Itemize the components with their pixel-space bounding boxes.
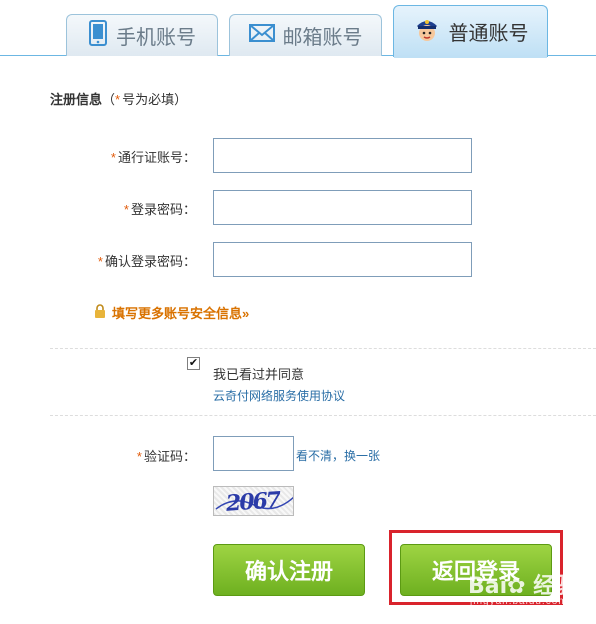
police-avatar-icon	[413, 15, 441, 48]
confirm-password-input[interactable]	[213, 242, 472, 277]
captcha-refresh-link[interactable]: 看不清，换一张	[296, 447, 380, 464]
checkmark-icon: ✔	[188, 357, 199, 369]
agreement-checkbox[interactable]: ✔	[187, 357, 200, 370]
captcha-image[interactable]: 2067	[213, 486, 294, 516]
confirm-password-label: * 确认登录密码：	[36, 251, 196, 270]
section-title-text: 注册信息	[50, 92, 103, 107]
account-label-text: 通行证账号：	[117, 150, 196, 165]
required-mark: *	[110, 150, 116, 165]
password-label: * 登录密码：	[36, 199, 196, 218]
captcha-text: 2067	[225, 487, 281, 516]
phone-icon	[88, 20, 108, 51]
required-hint-open: （	[102, 92, 116, 107]
mail-icon	[248, 23, 275, 48]
section-title: 注册信息（* 号为必填）	[50, 89, 187, 108]
divider	[50, 415, 596, 416]
lock-icon	[94, 304, 106, 321]
required-mark: *	[123, 202, 129, 217]
service-agreement-link[interactable]: 云奇付网络服务使用协议	[213, 387, 345, 404]
required-hint-star: *	[115, 92, 121, 107]
account-label: * 通行证账号：	[36, 147, 196, 166]
agreement-text: 我已看过并同意	[213, 367, 305, 382]
required-mark: *	[97, 254, 103, 269]
confirm-password-label-text: 确认登录密码：	[104, 254, 196, 269]
tab-label: 邮箱账号	[282, 27, 363, 49]
password-input[interactable]	[213, 190, 472, 225]
required-hint-text: 号为必填）	[122, 92, 188, 107]
captcha-label-text: 验证码：	[143, 449, 196, 464]
account-type-tabs: 手机账号 邮箱账号 普通账号	[0, 0, 596, 58]
more-security-info-link[interactable]: 填写更多账号安全信息»	[94, 303, 249, 322]
required-mark: *	[136, 449, 142, 464]
confirm-register-button[interactable]: 确认注册	[213, 544, 365, 596]
captcha-input[interactable]	[213, 436, 294, 471]
more-security-info-text: 填写更多账号安全信息»	[112, 306, 250, 321]
tab-email-account[interactable]: 邮箱账号	[229, 14, 382, 56]
account-input[interactable]	[213, 138, 472, 173]
tab-normal-account[interactable]: 普通账号	[393, 5, 548, 58]
watermark-url: jingyan.baidu.com	[470, 596, 568, 607]
password-label-text: 登录密码：	[130, 202, 196, 217]
tab-label: 手机账号	[116, 27, 196, 49]
captcha-label: * 验证码：	[36, 446, 196, 465]
divider	[50, 348, 596, 349]
tab-phone-account[interactable]: 手机账号	[66, 14, 218, 56]
tab-label: 普通账号	[448, 23, 529, 45]
